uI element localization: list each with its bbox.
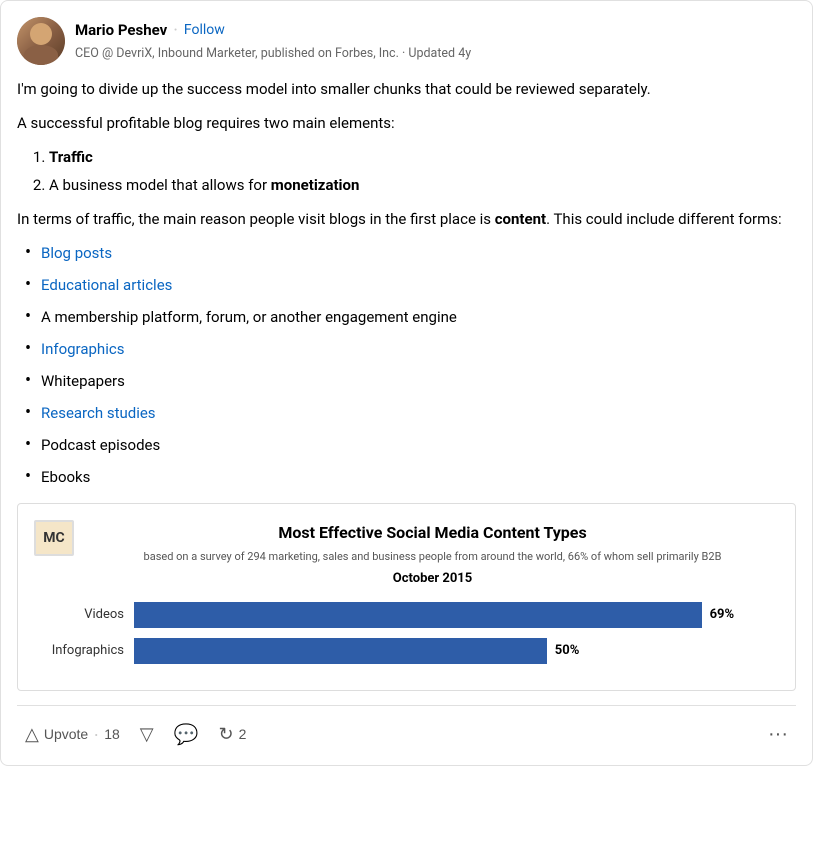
upvote-label: Upvote [44,726,88,742]
chart-header: MC Most Effective Social Media Content T… [34,520,779,590]
bar-track-videos: 69% [134,602,779,628]
mc-logo: MC [34,520,74,556]
bar-row-infographics: Infographics 50% [34,638,779,664]
ebooks-text: Ebooks [41,465,90,489]
monetization-bold: monetization [271,176,360,194]
downvote-icon: ▽ [140,724,154,745]
bar-row-videos: Videos 69% [34,602,779,628]
chart-main-title: Most Effective Social Media Content Type… [86,520,779,546]
separator: · [173,17,178,44]
list-item: Educational articles [17,273,796,297]
list-item: Traffic [49,145,796,169]
upvote-icon: △ [25,724,39,745]
avatar-image [17,17,65,65]
list-item: Blog posts [17,241,796,265]
bar-label-infographics: Infographics [34,641,124,662]
bar-fill-videos [134,602,702,628]
intro-paragraph-1: I'm going to divide up the success model… [17,77,796,101]
action-separator: · [93,724,99,745]
membership-text: A membership platform, forum, or another… [41,305,457,329]
post-container: Mario Peshev · Follow CEO @ DevriX, Inbo… [0,0,813,766]
podcast-text: Podcast episodes [41,433,160,457]
list-item: Whitepapers [17,369,796,393]
bar-track-infographics: 50% [134,638,779,664]
list-item: Ebooks [17,465,796,489]
chart-bars: Videos 69% Infographics 50% [34,602,779,664]
numbered-list: Traffic A business model that allows for… [49,145,796,197]
bar-label-videos: Videos [34,605,124,626]
author-name-row: Mario Peshev · Follow [75,17,796,44]
list-item: Podcast episodes [17,433,796,457]
intro-paragraph-2: A successful profitable blog requires tw… [17,111,796,135]
traffic-bold: Traffic [49,148,93,166]
upvote-button[interactable]: △ Upvote · 18 [17,718,128,751]
author-section: Mario Peshev · Follow CEO @ DevriX, Inbo… [17,17,796,65]
list-item: Infographics [17,337,796,361]
list-item: Research studies [17,401,796,425]
downvote-button[interactable]: ▽ [132,718,162,751]
author-name: Mario Peshev [75,19,167,42]
chart-period: October 2015 [86,569,779,590]
bar-value-videos: 69% [710,605,735,626]
avatar [17,17,65,65]
chart-title-block: Most Effective Social Media Content Type… [86,520,779,590]
comment-icon: 💬 [174,722,199,747]
blog-posts-link[interactable]: Blog posts [41,241,112,265]
list-item: A business model that allows for monetiz… [49,173,796,197]
post-body: I'm going to divide up the success model… [17,77,796,691]
repost-icon: ↻ [219,724,234,745]
educational-articles-link[interactable]: Educational articles [41,273,172,297]
upvote-count: 18 [104,726,120,742]
more-options-button[interactable]: ··· [760,719,796,750]
traffic-paragraph: In terms of traffic, the main reason peo… [17,207,796,231]
repost-button[interactable]: ↻ 2 [211,718,255,751]
infographics-link[interactable]: Infographics [41,337,124,361]
chart-subtitle: based on a survey of 294 marketing, sale… [86,548,779,566]
comment-button[interactable]: 💬 [166,716,207,753]
author-subtitle: CEO @ DevriX, Inbound Marketer, publishe… [75,45,796,64]
bullet-list: Blog posts Educational articles A member… [17,241,796,489]
research-studies-link[interactable]: Research studies [41,401,156,425]
follow-button[interactable]: Follow [184,20,225,41]
chart-container: MC Most Effective Social Media Content T… [17,503,796,691]
bottom-actions: △ Upvote · 18 ▽ 💬 ↻ 2 ··· [17,705,796,765]
content-bold: content [495,210,546,228]
author-info: Mario Peshev · Follow CEO @ DevriX, Inbo… [75,17,796,64]
list-item: A membership platform, forum, or another… [17,305,796,329]
repost-count: 2 [239,726,247,742]
bar-value-infographics: 50% [555,641,580,662]
bar-fill-infographics [134,638,547,664]
whitepapers-text: Whitepapers [41,369,125,393]
